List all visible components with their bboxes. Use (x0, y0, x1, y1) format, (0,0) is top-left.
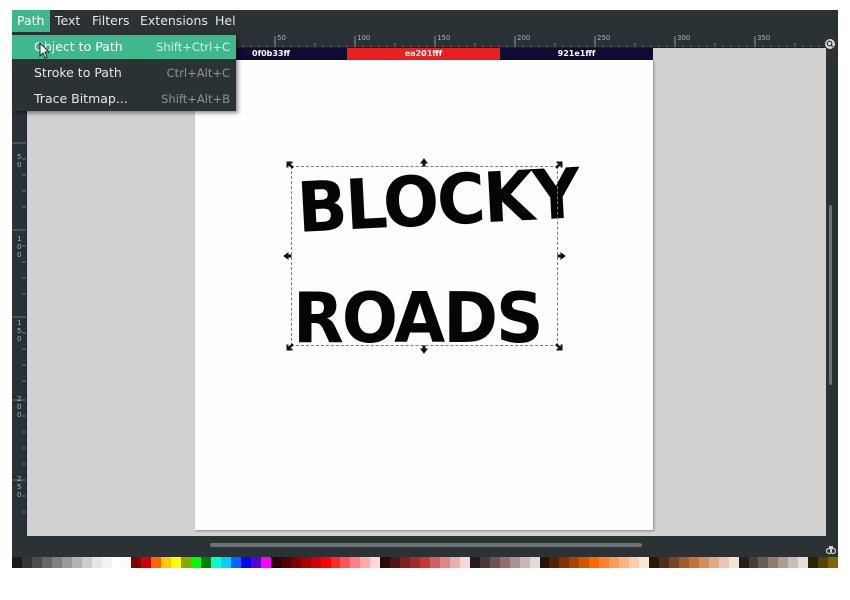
swatch-3[interactable]: 921e1fff (500, 48, 653, 60)
vruler-label-150: 1 5 0 (17, 319, 22, 343)
canvas-area[interactable]: 0f0b33ff ea201fff 921e1fff BLOCKY ROADS (27, 48, 826, 536)
menu-item-label: Trace Bitmap... (34, 91, 128, 106)
ruler-label-350: 350 (757, 34, 771, 42)
zoom-icon[interactable] (824, 35, 836, 49)
vertical-scrollbar[interactable] (829, 205, 832, 385)
ruler-label-300: 300 (677, 34, 691, 42)
menu-path[interactable]: Path (12, 10, 50, 32)
ruler-label-50: 50 (277, 34, 286, 42)
ruler-label-200: 200 (517, 34, 531, 42)
menu-item-shortcut: Ctrl+Alt+C (166, 66, 230, 80)
menu-item-label: Stroke to Path (34, 65, 122, 80)
horizontal-scrollbar[interactable] (210, 543, 642, 547)
canvas-lock-icon[interactable] (825, 540, 837, 555)
document-page[interactable]: BLOCKY ROADS (195, 60, 653, 530)
menu-text[interactable]: Text (50, 10, 85, 32)
menu-item-shortcut: Shift+Alt+B (161, 92, 230, 106)
ruler-ticks (242, 36, 820, 47)
menubar: Path Text Filters Extensions Help (12, 10, 236, 32)
vruler-label-100: 1 0 0 (17, 235, 22, 259)
menu-item-shortcut: Shift+Ctrl+C (156, 40, 230, 54)
menu-filters[interactable]: Filters (87, 10, 134, 32)
swatch-bar: 0f0b33ff ea201fff 921e1fff (195, 48, 653, 60)
vruler-label-250: 2 5 0 (17, 475, 22, 499)
vruler-label-50: 5 0 (17, 153, 22, 169)
vruler-ticks (12, 61, 26, 513)
ruler-label-150: 150 (437, 34, 451, 42)
menu-item-stroke-to-path[interactable]: Stroke to Path Ctrl+Alt+C (12, 61, 236, 85)
menu-extensions[interactable]: Extensions (135, 10, 213, 32)
ruler-label-100: 100 (357, 34, 371, 42)
menu-item-trace-bitmap[interactable]: Trace Bitmap... Shift+Alt+B (12, 87, 236, 111)
vruler-label-200: 2 0 0 (17, 395, 22, 419)
selection-handles[interactable] (283, 158, 566, 354)
swatch-2[interactable]: ea201fff (347, 48, 500, 60)
menu-help[interactable]: Help (210, 10, 236, 32)
horizontal-ruler[interactable]: 50 100 150 200 250 300 350 (235, 34, 826, 48)
mouse-cursor-icon (38, 41, 52, 60)
ruler-label-250: 250 (597, 34, 611, 42)
vertical-ruler[interactable]: 5 0 1 0 0 1 5 0 2 0 0 2 5 0 (12, 47, 27, 536)
color-palette[interactable] (12, 557, 839, 568)
